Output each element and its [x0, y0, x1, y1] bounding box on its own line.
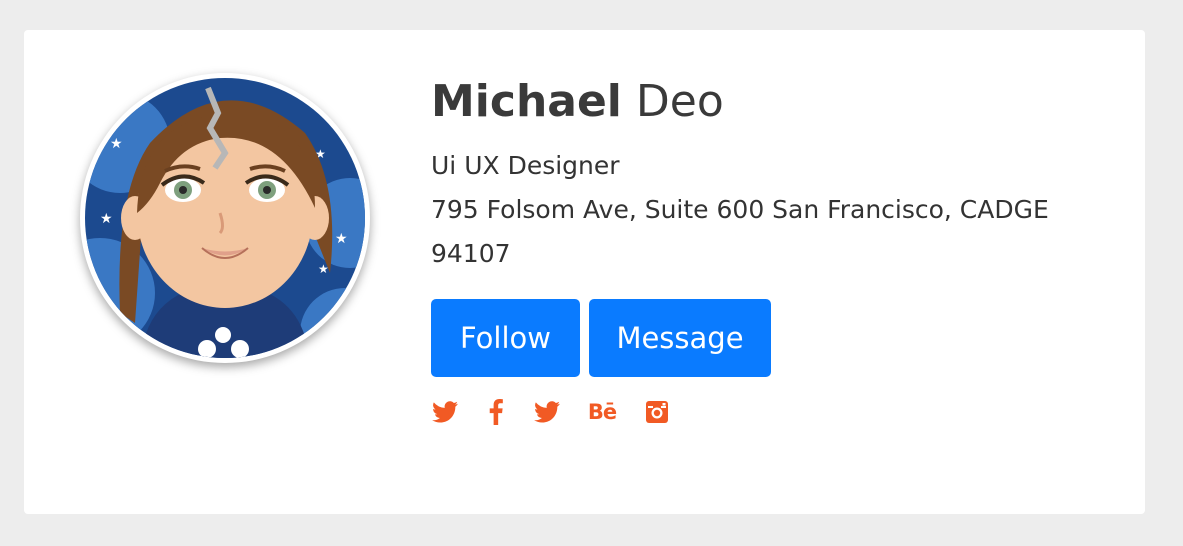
action-buttons: Follow Message — [431, 299, 1111, 377]
svg-text:★: ★ — [100, 211, 113, 227]
last-name: Deo — [635, 76, 724, 127]
behance-icon[interactable]: Bē — [584, 396, 620, 428]
job-title: Ui UX Designer — [431, 151, 620, 180]
svg-text:★: ★ — [110, 136, 123, 152]
first-name: Michael — [431, 76, 622, 127]
profile-info: Michael Deo Ui UX Designer 795 Folsom Av… — [431, 74, 1111, 432]
facebook-icon[interactable] — [482, 396, 510, 428]
svg-text:★: ★ — [335, 231, 348, 247]
profile-card: ★ ★ ★ ★ ★ Michael Deo Ui UX Designer 795… — [24, 30, 1145, 514]
profile-name: Michael Deo — [431, 74, 1111, 130]
address: 795 Folsom Ave, Suite 600 San Francisco,… — [431, 195, 1049, 268]
twitter-icon[interactable] — [431, 396, 459, 428]
avatar: ★ ★ ★ ★ ★ — [80, 73, 370, 363]
avatar-illustration: ★ ★ ★ ★ ★ — [85, 78, 365, 358]
message-button[interactable]: Message — [589, 299, 771, 377]
twitter-icon[interactable] — [533, 396, 561, 428]
follow-button[interactable]: Follow — [431, 299, 580, 377]
instagram-icon[interactable] — [643, 396, 671, 428]
social-links: Bē — [431, 392, 1111, 432]
